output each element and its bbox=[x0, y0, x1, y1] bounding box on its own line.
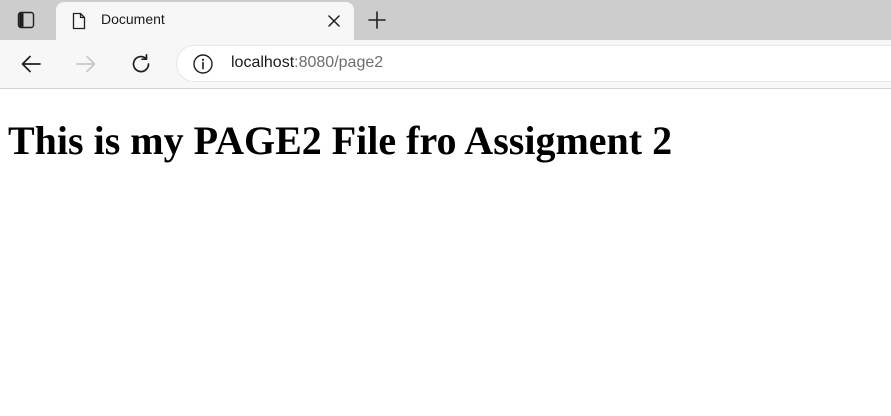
reload-icon bbox=[132, 53, 150, 73]
forward-button[interactable] bbox=[71, 49, 101, 79]
document-icon bbox=[72, 12, 86, 30]
back-button[interactable] bbox=[16, 49, 46, 79]
close-icon bbox=[328, 15, 340, 27]
arrow-right-icon bbox=[76, 55, 96, 73]
plus-icon bbox=[368, 11, 386, 29]
info-icon[interactable] bbox=[192, 53, 214, 75]
url-host: localhost bbox=[231, 54, 295, 71]
address-bar[interactable]: localhost:8080/page2 bbox=[176, 45, 891, 82]
browser-toolbar: localhost:8080/page2 bbox=[0, 40, 891, 89]
arrow-left-icon bbox=[21, 55, 41, 73]
url-path: :8080/page2 bbox=[294, 54, 384, 71]
new-tab-button[interactable] bbox=[362, 5, 392, 35]
tab-actions-button[interactable] bbox=[8, 5, 44, 35]
url-text[interactable]: localhost:8080/page2 bbox=[231, 54, 383, 72]
reload-button[interactable] bbox=[126, 49, 156, 79]
tab-actions-icon bbox=[17, 11, 35, 29]
page-content: This is my PAGE2 File fro Assigment 2 bbox=[0, 89, 891, 416]
active-tab[interactable]: Document bbox=[56, 2, 354, 40]
tab-strip: Document bbox=[0, 0, 891, 40]
page-heading: This is my PAGE2 File fro Assigment 2 bbox=[8, 118, 673, 163]
close-tab-button[interactable] bbox=[324, 11, 344, 31]
tab-title: Document bbox=[101, 11, 165, 27]
